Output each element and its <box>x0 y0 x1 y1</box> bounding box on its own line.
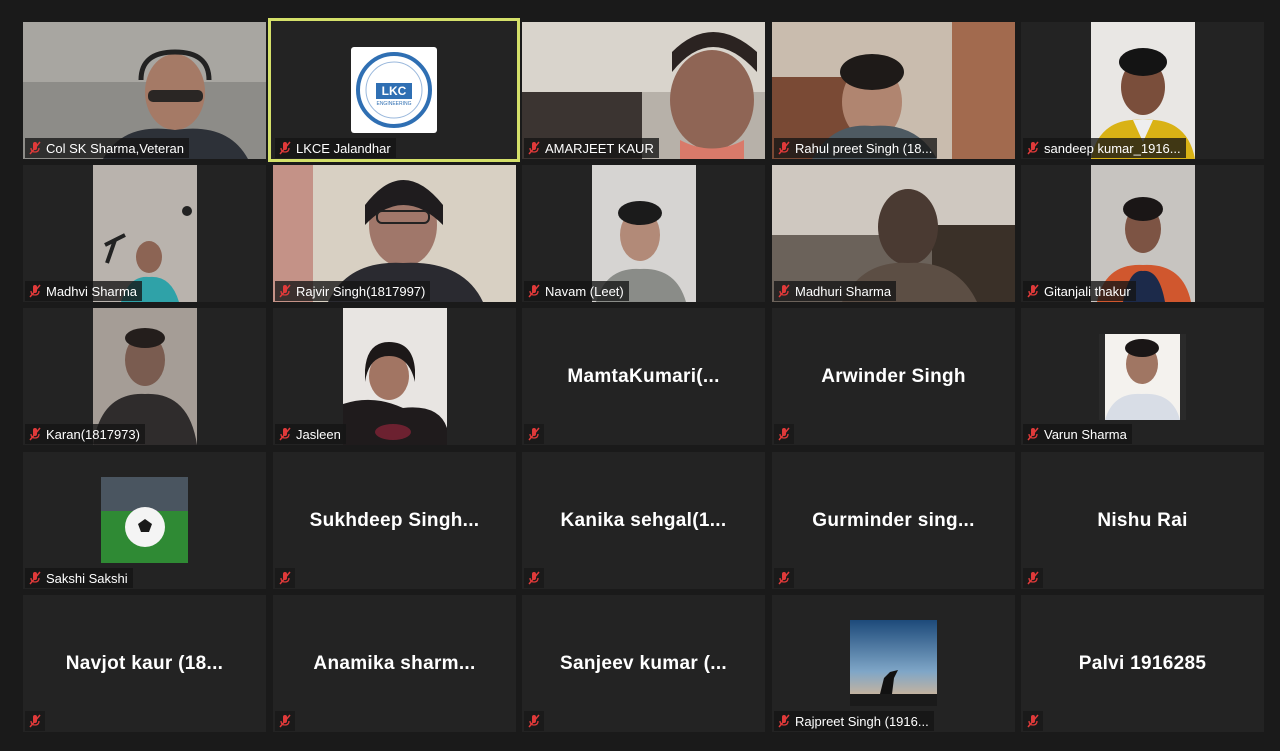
participant-tile-mamtakumari[interactable]: MamtaKumari(... <box>522 308 765 445</box>
profile-photo <box>101 477 188 563</box>
participant-name-label: Sakshi Sakshi <box>25 568 133 588</box>
participant-name-label <box>25 711 45 731</box>
participant-name-label: sandeep kumar_1916... <box>1023 138 1186 158</box>
participant-display-name: Anamika sharm... <box>313 652 476 674</box>
participant-display-name: Palvi 1916285 <box>1078 652 1207 674</box>
mic-muted-icon <box>279 427 291 441</box>
participant-display-name: MamtaKumari(... <box>567 365 720 387</box>
lkc-logo: LKC ENGINEERING <box>351 47 437 133</box>
participant-tile-palvi[interactable]: Palvi 1916285 <box>1021 595 1264 732</box>
participant-name-label <box>1023 568 1043 588</box>
mic-muted-icon <box>1027 571 1039 585</box>
participant-tile-arwinder-singh[interactable]: Arwinder Singh <box>772 308 1015 445</box>
mic-muted-icon <box>778 427 790 441</box>
logo-text: LKC <box>381 84 407 98</box>
participant-name-label <box>275 568 295 588</box>
mic-muted-icon <box>528 427 540 441</box>
participant-tile-sandeep-kumar[interactable]: sandeep kumar_1916... <box>1021 22 1264 159</box>
profile-photo <box>1099 334 1186 420</box>
participant-display-name: Nishu Rai <box>1097 509 1188 531</box>
mic-muted-icon <box>279 714 291 728</box>
participant-tile-lkce-jalandhar[interactable]: LKC ENGINEERING LKCE Jalandhar <box>268 18 520 162</box>
participant-name-label <box>524 711 544 731</box>
profile-photo <box>850 620 937 706</box>
mic-muted-icon <box>528 284 540 298</box>
mic-muted-icon <box>1027 284 1039 298</box>
mic-muted-icon <box>778 714 790 728</box>
participant-tile-col-sk-sharma[interactable]: Col SK Sharma,Veteran <box>23 22 266 159</box>
mic-muted-icon <box>279 284 291 298</box>
participant-name-label <box>524 568 544 588</box>
participant-tile-gurminder-singh[interactable]: Gurminder sing... <box>772 452 1015 589</box>
participant-tile-rahul-preet-singh[interactable]: Rahul preet Singh (18... <box>772 22 1015 159</box>
mic-muted-icon <box>279 141 291 155</box>
mic-muted-icon <box>1027 427 1039 441</box>
participant-tile-gitanjali-thakur[interactable]: Gitanjali thakur <box>1021 165 1264 302</box>
participant-name-label: Karan(1817973) <box>25 424 145 444</box>
mic-muted-icon <box>1027 141 1039 155</box>
participant-tile-karan[interactable]: Karan(1817973) <box>23 308 266 445</box>
participant-tile-navam[interactable]: Navam (Leet) <box>522 165 765 302</box>
participant-tile-sanjeev-kumar[interactable]: Sanjeev kumar (... <box>522 595 765 732</box>
participant-name-label: AMARJEET KAUR <box>524 138 659 158</box>
participant-display-name: Navjot kaur (18... <box>65 652 224 674</box>
logo-subtext: ENGINEERING <box>376 101 412 107</box>
participant-display-name: Kanika sehgal(1... <box>560 509 727 531</box>
participant-name-label: Varun Sharma <box>1023 424 1132 444</box>
participant-tile-sakshi-sakshi[interactable]: Sakshi Sakshi <box>23 452 266 589</box>
mic-muted-icon <box>29 571 41 585</box>
participant-display-name: Sanjeev kumar (... <box>560 652 727 674</box>
participant-name-label: Rajpreet Singh (1916... <box>774 711 934 731</box>
participant-name-label <box>275 711 295 731</box>
participant-tile-navjot-kaur[interactable]: Navjot kaur (18... <box>23 595 266 732</box>
mic-muted-icon <box>1027 714 1039 728</box>
mic-muted-icon <box>29 714 41 728</box>
participant-video <box>342 308 447 445</box>
participant-name-label: Rahul preet Singh (18... <box>774 138 938 158</box>
participant-name-label: Rajvir Singh(1817997) <box>275 281 431 301</box>
participant-tile-madhuri-sharma[interactable]: Madhuri Sharma <box>772 165 1015 302</box>
mic-muted-icon <box>279 571 291 585</box>
participant-tile-varun-sharma[interactable]: Varun Sharma <box>1021 308 1264 445</box>
participant-name-label: Gitanjali thakur <box>1023 281 1136 301</box>
participant-display-name: Gurminder sing... <box>812 509 975 531</box>
mic-muted-icon <box>29 284 41 298</box>
participant-name-label: Madhvi Sharma <box>25 281 143 301</box>
participant-tile-rajvir-singh[interactable]: Rajvir Singh(1817997) <box>273 165 516 302</box>
participant-tile-nishu-rai[interactable]: Nishu Rai <box>1021 452 1264 589</box>
mic-muted-icon <box>778 284 790 298</box>
participant-name-label: Jasleen <box>275 424 346 444</box>
participant-display-name: Sukhdeep Singh... <box>309 509 480 531</box>
participant-tile-anamika-sharma[interactable]: Anamika sharm... <box>273 595 516 732</box>
participant-name-label: Madhuri Sharma <box>774 281 897 301</box>
participant-tile-amarjeet-kaur[interactable]: AMARJEET KAUR <box>522 22 765 159</box>
mic-muted-icon <box>29 427 41 441</box>
participant-name-label: Col SK Sharma,Veteran <box>25 138 190 158</box>
mic-muted-icon <box>528 141 540 155</box>
participant-name-label <box>774 424 794 444</box>
mic-muted-icon <box>528 714 540 728</box>
participant-name-label <box>524 424 544 444</box>
mic-muted-icon <box>778 571 790 585</box>
mic-muted-icon <box>528 571 540 585</box>
participant-tile-kanika-sehgal[interactable]: Kanika sehgal(1... <box>522 452 765 589</box>
participant-name-label: Navam (Leet) <box>524 281 629 301</box>
video-gallery: Col SK Sharma,Veteran LKC ENGINEERING LK… <box>0 0 1280 751</box>
participant-tile-rajpreet-singh[interactable]: Rajpreet Singh (1916... <box>772 595 1015 732</box>
participant-display-name: Arwinder Singh <box>821 365 966 387</box>
mic-muted-icon <box>778 141 790 155</box>
participant-name-label: LKCE Jalandhar <box>275 138 396 158</box>
participant-tile-sukhdeep-singh[interactable]: Sukhdeep Singh... <box>273 452 516 589</box>
participant-tile-madhvi-sharma[interactable]: Madhvi Sharma <box>23 165 266 302</box>
participant-name-label <box>1023 711 1043 731</box>
participant-tile-jasleen[interactable]: Jasleen <box>273 308 516 445</box>
participant-name-label <box>774 568 794 588</box>
mic-muted-icon <box>29 141 41 155</box>
